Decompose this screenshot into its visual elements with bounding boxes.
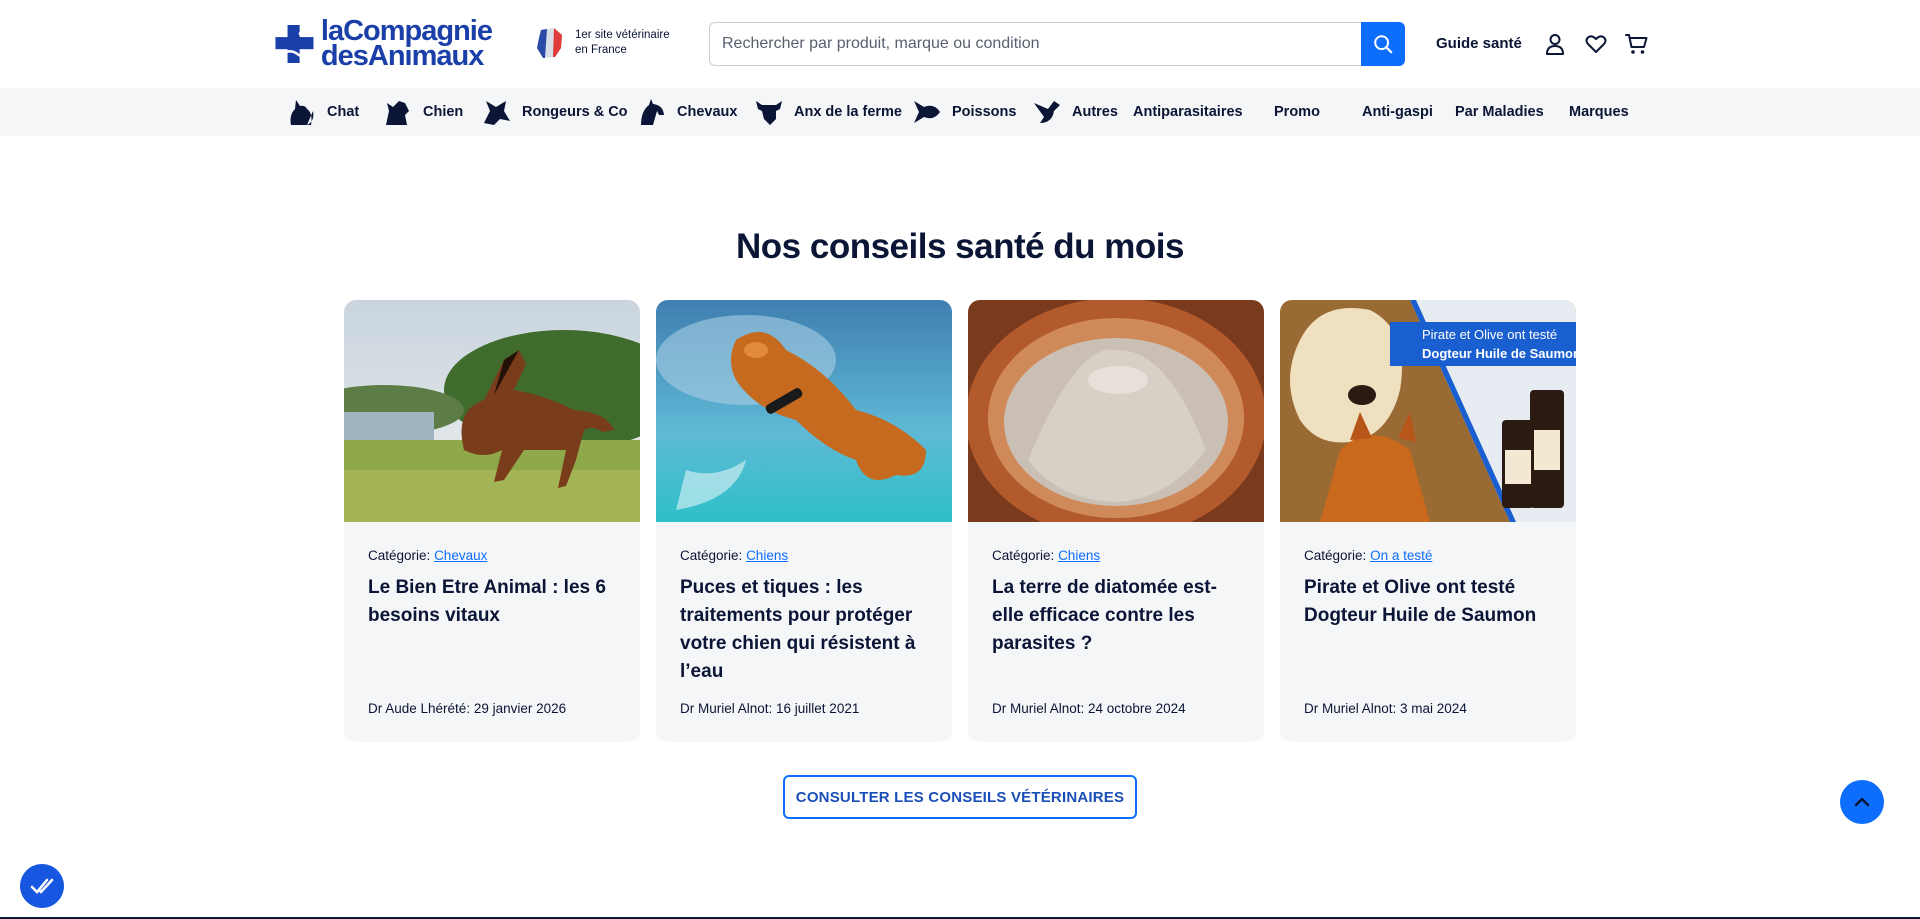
card-category: Catégorie: On a testé (1304, 548, 1433, 563)
search-icon (1374, 35, 1393, 54)
card-title[interactable]: Pirate et Olive ont testé Dogteur Huile … (1304, 574, 1560, 630)
nav-item-chevaux[interactable]: Chevaux (637, 88, 737, 136)
search-input[interactable] (710, 23, 1360, 65)
nav-item-par-maladies[interactable]: Par Maladies (1455, 88, 1544, 136)
france-map-icon (537, 28, 562, 58)
logo-line2: desAnimaux (320, 40, 484, 72)
card-title[interactable]: La terre de diatomée est-elle efficace c… (992, 574, 1248, 658)
card-title[interactable]: Puces et tiques : les traitements pour p… (680, 574, 936, 686)
category-link[interactable]: Chiens (1058, 548, 1100, 563)
nav-item-antiparasitaires[interactable]: Antiparasitaires (1133, 88, 1243, 136)
card-author-date: Dr Muriel Alnot: 3 mai 2024 (1304, 701, 1467, 716)
article-card[interactable]: Catégorie: Chiens Puces et tiques : les … (656, 300, 952, 742)
badge-line2: en France (575, 44, 627, 56)
fish-icon (914, 101, 940, 123)
card-author-date: Dr Muriel Alnot: 24 octobre 2024 (992, 701, 1186, 716)
nav-item-promo[interactable]: Promo (1274, 88, 1320, 136)
card-author-date: Dr Muriel Alnot: 16 juillet 2021 (680, 701, 860, 716)
nav-item-rongeurs[interactable]: Rongeurs & Co (482, 88, 628, 136)
nav-item-anti-gaspi[interactable]: Anti-gaspi (1362, 88, 1433, 136)
nav-item-poissons[interactable]: Poissons (912, 88, 1016, 136)
user-icon[interactable] (1543, 32, 1567, 56)
category-link[interactable]: Chiens (746, 548, 788, 563)
article-card[interactable]: Catégorie: Chevaux Le Bien Etre Animal :… (344, 300, 640, 742)
nav-item-chat[interactable]: Chat (287, 88, 359, 136)
search-button[interactable] (1361, 22, 1405, 66)
site-logo[interactable]: laCompagnie desAnimaux (272, 16, 493, 72)
guide-sante-link[interactable]: Guide santé (1436, 35, 1522, 52)
card-category: Catégorie: Chiens (992, 548, 1101, 563)
nav-item-marques[interactable]: Marques (1569, 88, 1629, 136)
header: laCompagnie desAnimaux 1er site vétérina… (0, 0, 1920, 88)
nav-item-autres[interactable]: Autres (1032, 88, 1118, 136)
main-navigation: Chat Chien Rongeurs & Co Chevaux Anx de … (0, 88, 1920, 136)
cart-icon[interactable] (1625, 32, 1649, 56)
bird-icon (1034, 101, 1060, 123)
article-card[interactable]: Catégorie: Chiens La terre de diatomée e… (968, 300, 1264, 742)
scroll-to-top-button[interactable] (1840, 780, 1884, 824)
overlay-banner: Pirate et Olive ont testé Dogteur Huile … (1390, 322, 1576, 366)
dog-icon (386, 101, 409, 125)
card-author-date: Dr Aude Lhérété: 29 janvier 2026 (368, 701, 567, 716)
cow-icon (756, 101, 782, 125)
section-title: Nos conseils santé du mois (736, 227, 1184, 266)
consult-advice-button[interactable]: CONSULTER LES CONSEILS VÉTÉRINAIRES (783, 775, 1137, 819)
nav-item-ferme[interactable]: Anx de la ferme (754, 88, 902, 136)
card-category: Catégorie: Chevaux (368, 548, 488, 563)
nav-item-chien[interactable]: Chien (383, 88, 463, 136)
card-title[interactable]: Le Bien Etre Animal : les 6 besoins vita… (368, 574, 624, 630)
horse-photo (344, 300, 640, 522)
logo-cross-icon (275, 25, 315, 63)
horse-icon (641, 99, 664, 125)
cookie-consent-button[interactable] (20, 864, 64, 908)
diatomaceous-earth-photo (968, 300, 1264, 522)
chevron-up-icon (1854, 797, 1870, 807)
search-bar (709, 22, 1405, 66)
france-badge: 1er site vétérinaire en France (535, 26, 670, 60)
category-link[interactable]: On a testé (1370, 548, 1432, 563)
article-card[interactable]: Pirate et Olive ont testé Dogteur Huile … (1280, 300, 1576, 742)
rodent-icon (484, 101, 510, 125)
category-link[interactable]: Chevaux (434, 548, 487, 563)
badge-line1: 1er site vétérinaire (575, 29, 670, 41)
card-category: Catégorie: Chiens (680, 548, 789, 563)
swimming-dog-photo (656, 300, 952, 522)
cat-icon (290, 100, 314, 125)
heart-icon[interactable] (1584, 32, 1608, 56)
dog-cat-product-photo: Pirate et Olive ont testé Dogteur Huile … (1280, 300, 1576, 522)
checkmark-icon (30, 878, 54, 894)
